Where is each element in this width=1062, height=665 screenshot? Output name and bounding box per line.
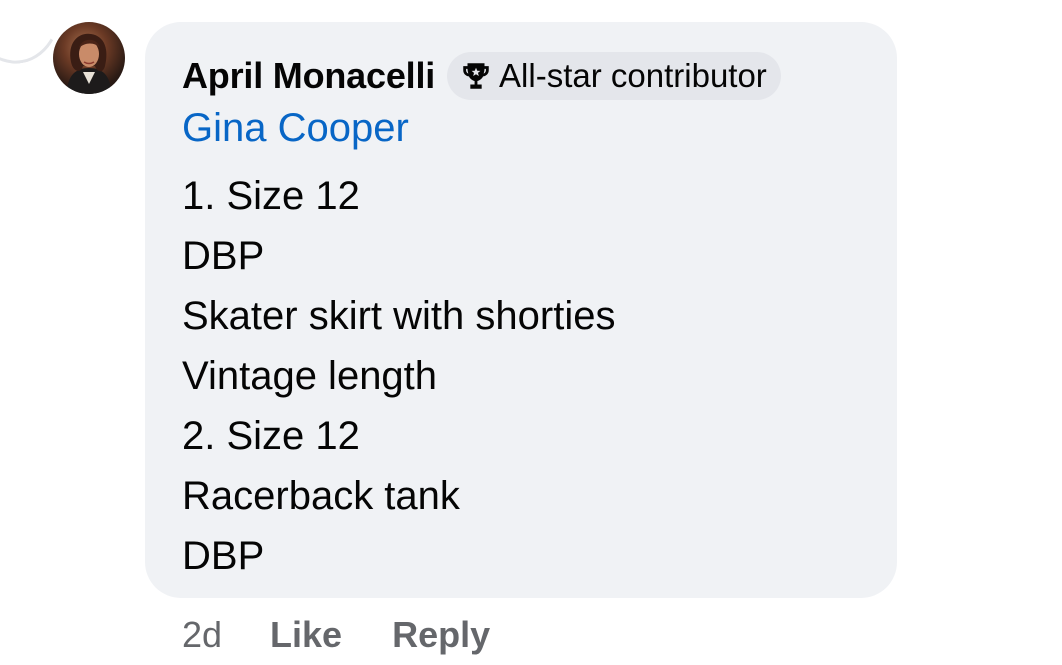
comment-bubble: April Monacelli All-star contributor Gin…	[145, 22, 897, 598]
comment-line: DBP	[182, 534, 265, 578]
comment-header: April Monacelli All-star contributor	[182, 52, 781, 100]
trophy-icon	[463, 63, 489, 89]
comment-line: Skater skirt with shorties	[182, 294, 616, 338]
author-name[interactable]: April Monacelli	[182, 55, 435, 97]
comment-line: 1. Size 12	[182, 174, 360, 218]
comment-actions: 2d Like Reply	[182, 614, 540, 656]
contributor-badge[interactable]: All-star contributor	[447, 52, 781, 100]
mention-link[interactable]: Gina Cooper	[182, 106, 409, 151]
comment-line: DBP	[182, 234, 265, 278]
reply-button[interactable]: Reply	[392, 614, 490, 656]
comment-line: Vintage length	[182, 354, 438, 398]
badge-label: All-star contributor	[499, 57, 767, 94]
avatar[interactable]	[53, 22, 125, 94]
comment-line: Racerback tank	[182, 474, 460, 518]
avatar-image	[67, 33, 111, 94]
timestamp[interactable]: 2d	[182, 614, 222, 656]
comment-body: 1. Size 12 DBP Skater skirt with shortie…	[182, 166, 615, 586]
like-button[interactable]: Like	[270, 614, 342, 656]
comment-line: 2. Size 12	[182, 414, 360, 458]
